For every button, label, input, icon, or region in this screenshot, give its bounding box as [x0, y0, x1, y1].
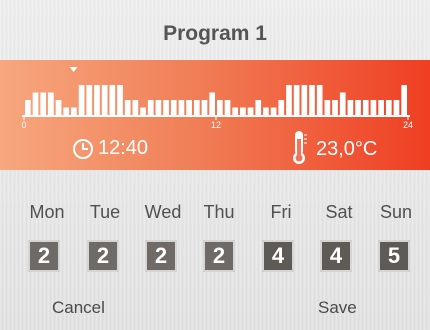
schedule-bar [316, 85, 323, 115]
schedule-bar [224, 100, 231, 115]
schedule-bar [209, 92, 215, 115]
schedule-bar [393, 100, 400, 115]
schedule-bar [401, 85, 407, 115]
save-button[interactable]: Save [318, 298, 357, 318]
schedule-bar [117, 85, 123, 115]
time-marker-icon[interactable] [69, 67, 78, 72]
day-label-sun: Sun [379, 202, 413, 222]
schedule-bar [247, 107, 254, 115]
day-label-fri: Fri [270, 202, 292, 222]
current-time: 12:40 [72, 137, 148, 160]
schedule-bar [48, 92, 54, 115]
day-label-tue: Tue [89, 202, 121, 222]
schedule-bar [71, 107, 77, 115]
schedule-bar [286, 85, 292, 115]
schedule-bar [255, 100, 262, 115]
axis-tick-label: 12 [211, 120, 221, 130]
schedule-bar [32, 92, 39, 115]
program-select-tue[interactable]: 2 [87, 240, 119, 272]
schedule-bar [232, 107, 239, 115]
schedule-bar [109, 85, 116, 115]
schedule-band[interactable]: 0 12 24 12:40 23,0°C [0, 60, 430, 170]
axis-tick-label: 24 [403, 120, 413, 130]
schedule-bar [101, 85, 108, 115]
schedule-bar [55, 100, 62, 115]
temperature-readout: 23,0°C [290, 129, 377, 165]
program-select-mon[interactable]: 2 [28, 240, 60, 272]
day-label-thu: Thu [203, 202, 235, 222]
schedule-bar [63, 107, 70, 115]
schedule-bar [163, 100, 169, 115]
schedule-bar [293, 85, 300, 115]
schedule-bar [370, 100, 377, 115]
time-value: 12:40 [98, 137, 149, 159]
schedule-bar [270, 107, 277, 115]
clock-icon [72, 138, 94, 160]
schedule-bar [193, 100, 200, 115]
schedule-bar [78, 85, 85, 115]
schedule-bar [86, 85, 93, 115]
schedule-bar [347, 100, 354, 115]
page-title: Program 1 [163, 22, 267, 45]
schedule-bar [301, 85, 308, 115]
program-select-sat[interactable]: 4 [320, 240, 352, 272]
day-label-sat: Sat [325, 202, 353, 222]
thermometer-icon [290, 129, 308, 165]
schedule-bar [240, 107, 246, 115]
schedule-bar [355, 100, 361, 115]
schedule-bar [362, 100, 369, 115]
schedule-bar [339, 92, 346, 115]
schedule-bar [332, 100, 338, 115]
schedule-bar [278, 100, 285, 115]
schedule-bar [378, 100, 384, 115]
day-label-mon: Mon [29, 202, 65, 222]
schedule-bar [186, 100, 192, 115]
schedule-bar [324, 100, 331, 115]
schedule-bar [124, 100, 131, 115]
schedule-bar [147, 100, 154, 115]
cancel-button[interactable]: Cancel [52, 298, 105, 318]
schedule-bar [201, 100, 208, 115]
axis-tick-label: 0 [21, 120, 26, 130]
day-label-wed: Wed [144, 202, 182, 222]
program-select-fri[interactable]: 4 [262, 240, 294, 272]
weekday-row: Mon Tue Wed Thu Fri Sat Sun [0, 202, 430, 226]
schedule-bar [132, 100, 139, 115]
schedule-bar [385, 100, 392, 115]
program-select-thu[interactable]: 2 [203, 240, 235, 272]
schedule-bar [263, 107, 269, 115]
schedule-bar [309, 85, 315, 115]
program-select-sun[interactable]: 5 [378, 240, 410, 272]
schedule-bar [155, 100, 162, 115]
schedule-bar [140, 107, 146, 115]
schedule-bar [94, 85, 100, 115]
schedule-bar [178, 100, 185, 115]
schedule-bar [25, 100, 31, 115]
schedule-bar [217, 100, 223, 115]
program-select-wed[interactable]: 2 [145, 240, 177, 272]
schedule-bar [170, 100, 177, 115]
schedule-bar [40, 92, 47, 115]
temperature-value: 23,0°C [316, 138, 378, 160]
